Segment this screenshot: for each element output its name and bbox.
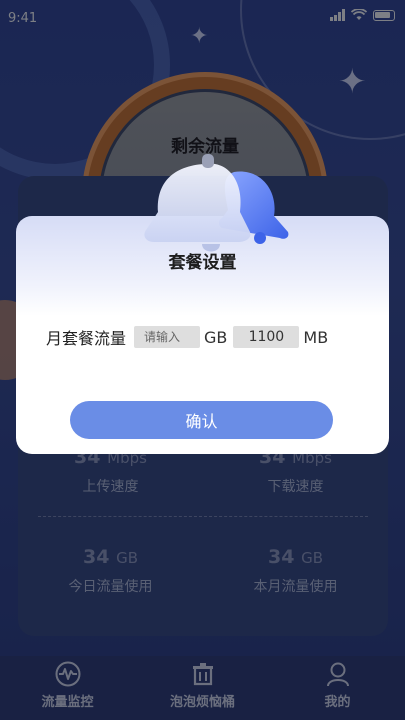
mb-unit: MB <box>303 327 329 347</box>
gb-unit: GB <box>204 327 228 347</box>
field-label: 月套餐流量 <box>46 329 127 348</box>
dialog-title: 套餐设置 <box>168 253 237 273</box>
gb-input[interactable] <box>134 326 201 348</box>
mb-input[interactable] <box>233 326 300 348</box>
confirm-button[interactable]: 确认 <box>70 401 333 439</box>
plan-settings-dialog: 套餐设置 月套餐流量 GB MB 确认 <box>16 154 389 454</box>
monthly-plan-row: 月套餐流量 GB MB <box>46 325 328 349</box>
